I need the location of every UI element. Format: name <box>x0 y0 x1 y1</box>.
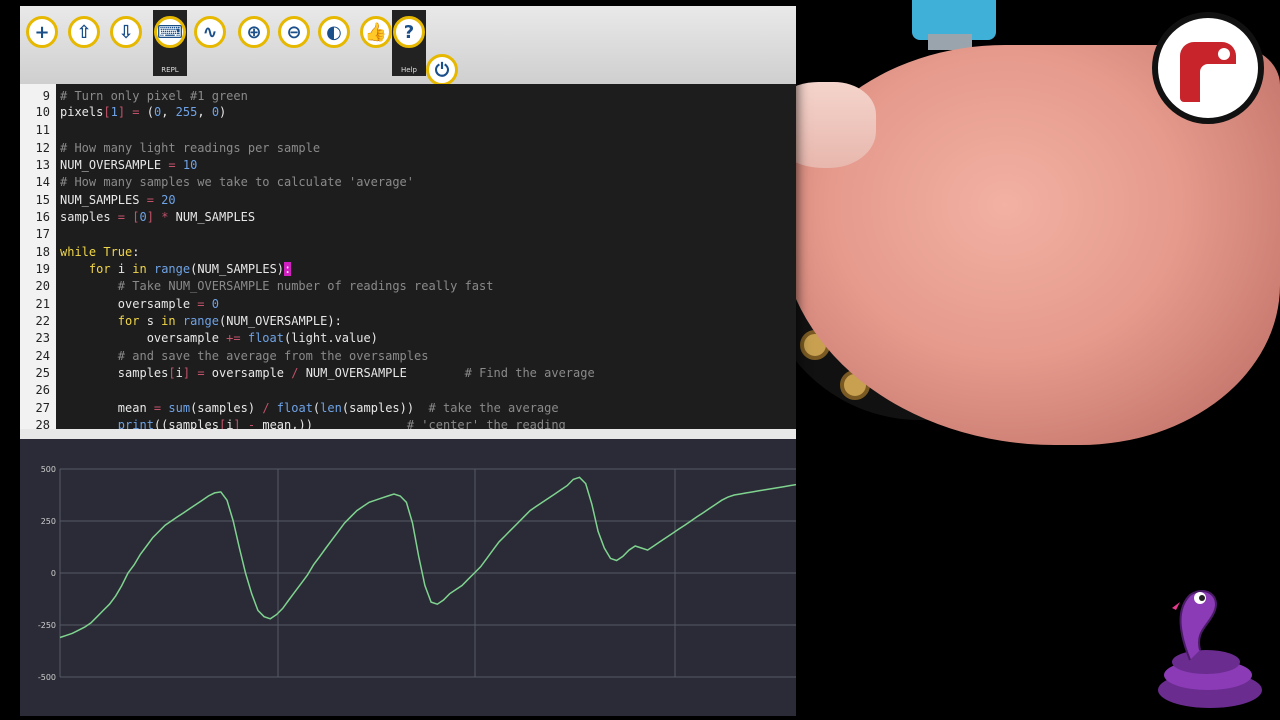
line-number: 25 <box>35 366 50 380</box>
series-line <box>59 476 796 639</box>
repl-button[interactable]: ⌨ <box>154 16 186 48</box>
y-tick-label: 250 <box>41 517 56 526</box>
line-number: 14 <box>35 175 50 189</box>
plot-chart: 500 250 0 -250 -500 <box>38 465 796 682</box>
logo-dot <box>1218 48 1230 60</box>
help-button[interactable]: ? <box>393 16 425 48</box>
zoom-out-button[interactable]: ⊖ <box>278 16 310 48</box>
toolbar: + ⇧ ⇩ ⌨ REPL ∿ ⊕ ⊖ ◐ 👍 ? Help ⏻ <box>20 6 796 86</box>
code-line: NUM_SAMPLES = 20 <box>60 193 176 207</box>
line-number: 22 <box>35 314 50 328</box>
line-number: 15 <box>35 193 50 207</box>
y-tick-label: -500 <box>38 673 56 682</box>
download-icon: ⇩ <box>118 21 134 43</box>
keyboard-icon: ⌨ <box>157 21 183 43</box>
line-number-gutter: 9 10 11 12 13 14 15 16 17 18 19 20 21 22… <box>20 84 56 432</box>
zoom-out-icon: ⊖ <box>286 21 302 43</box>
video-frame: + ⇧ ⇩ ⌨ REPL ∿ ⊕ ⊖ ◐ 👍 ? Help ⏻ 9 10 11 … <box>0 0 1280 720</box>
circuitpython-logo <box>1152 12 1264 124</box>
power-icon: ⏻ <box>434 59 450 81</box>
theme-icon: ◐ <box>326 21 342 43</box>
line-number: 26 <box>35 383 50 397</box>
code-line: NUM_OVERSAMPLE = 10 <box>60 158 198 172</box>
code-line: samples = [0] * NUM_SAMPLES <box>60 210 256 224</box>
quit-button[interactable]: ⏻ <box>426 54 458 86</box>
line-number: 19 <box>35 262 50 276</box>
theme-button[interactable]: ◐ <box>318 16 350 48</box>
line-number: 17 <box>35 227 50 241</box>
line-number: 11 <box>35 123 50 137</box>
logo-cutout <box>1200 64 1238 106</box>
plotter-button[interactable]: ∿ <box>194 16 226 48</box>
code-line: while True: <box>60 245 140 259</box>
line-number: 27 <box>35 401 50 415</box>
plotter-pane: 500 250 0 -250 -500 <box>20 439 796 716</box>
y-tick-label: -250 <box>38 621 56 630</box>
code-line: mean = sum(samples) / float(len(samples)… <box>60 401 559 415</box>
code-line: oversample = 0 <box>60 297 219 311</box>
y-tick-label: 0 <box>51 569 56 578</box>
repl-label: REPL <box>161 66 179 74</box>
line-number: 18 <box>35 245 50 259</box>
line-number: 16 <box>35 210 50 224</box>
y-tick-label: 500 <box>41 465 56 474</box>
upload-icon: ⇧ <box>76 21 92 43</box>
line-number: 9 <box>42 89 50 103</box>
question-icon: ? <box>403 21 415 43</box>
line-number: 21 <box>35 297 50 311</box>
check-button[interactable]: 👍 <box>360 16 392 48</box>
code-line: # and save the average from the oversamp… <box>117 349 429 363</box>
pane-splitter[interactable] <box>20 429 796 439</box>
zoom-in-button[interactable]: ⊕ <box>238 16 270 48</box>
line-number: 20 <box>35 279 50 293</box>
code-line: # How many samples we take to calculate … <box>60 175 415 189</box>
save-button[interactable]: ⇩ <box>110 16 142 48</box>
code-editor[interactable]: 9 10 11 12 13 14 15 16 17 18 19 20 21 22… <box>20 84 796 432</box>
load-button[interactable]: ⇧ <box>68 16 100 48</box>
new-button[interactable]: + <box>26 16 58 48</box>
code-line: oversample += float(light.value) <box>60 331 378 345</box>
help-label: Help <box>401 66 417 74</box>
thumbs-up-icon: 👍 <box>364 21 388 43</box>
code-line: samples[i] = oversample / NUM_OVERSAMPLE… <box>60 366 595 380</box>
line-number: 10 <box>35 105 50 119</box>
line-number: 12 <box>35 141 50 155</box>
line-number: 24 <box>35 349 50 363</box>
line-number: 13 <box>35 158 50 172</box>
code-line: # Take NUM_OVERSAMPLE number of readings… <box>117 279 494 293</box>
zoom-in-icon: ⊕ <box>246 21 262 43</box>
code-line: # Turn only pixel #1 green <box>60 89 248 103</box>
mu-editor-window: + ⇧ ⇩ ⌨ REPL ∿ ⊕ ⊖ ◐ 👍 ? Help ⏻ 9 10 11 … <box>20 6 796 716</box>
waveform-icon: ∿ <box>202 21 218 43</box>
code-line: for s in range(NUM_OVERSAMPLE): <box>117 314 342 328</box>
plus-icon: + <box>34 21 50 43</box>
code-line: # How many light readings per sample <box>60 141 321 155</box>
code-line: for i in range(NUM_SAMPLES): <box>88 262 292 276</box>
blinka-snake-icon <box>1158 590 1262 708</box>
code-line: pixels[1] = (0, 255, 0) <box>60 105 227 119</box>
line-number: 23 <box>35 331 50 345</box>
